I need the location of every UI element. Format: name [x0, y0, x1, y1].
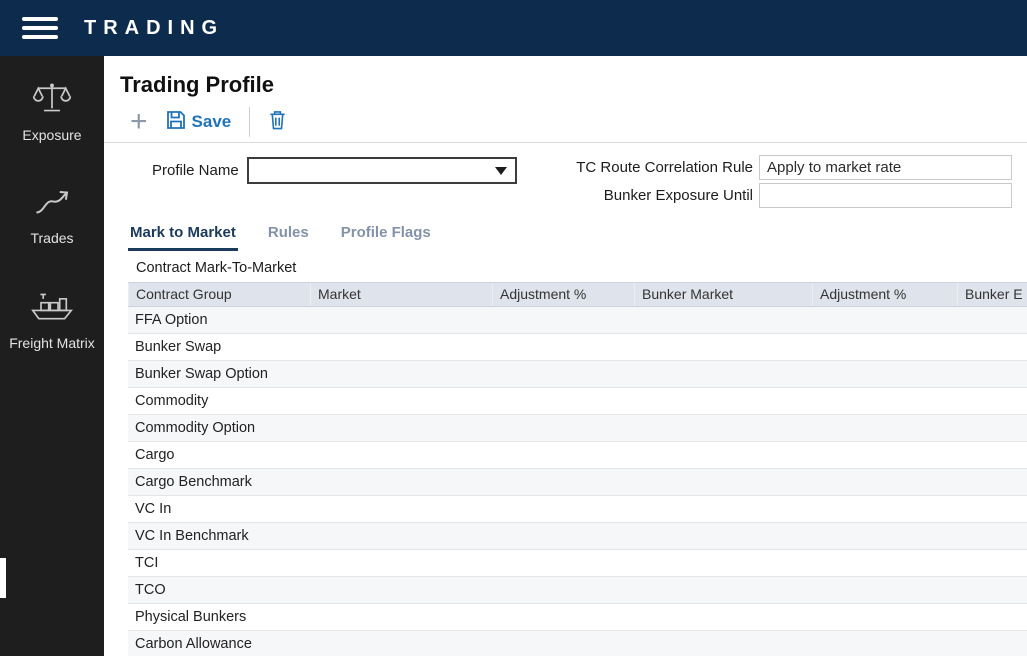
grid-row-contract-group[interactable]: Bunker Swap Option [128, 361, 1027, 388]
left-edge-scroll-notch [0, 558, 6, 598]
toolbar: + Save [104, 98, 1027, 142]
add-button[interactable]: + [130, 107, 148, 137]
top-navigation-bar: TRADING [0, 0, 1027, 56]
app-window: TRADING Exposure Trades Freight Matrix T… [0, 0, 1027, 656]
profile-name-select[interactable] [246, 157, 517, 184]
grid-row-contract-group[interactable]: TCI [128, 550, 1027, 577]
sidebar-item-exposure[interactable]: Exposure [22, 82, 82, 143]
profile-name-label: Profile Name [152, 162, 239, 179]
scales-icon [32, 82, 72, 119]
trend-chart-icon [33, 187, 71, 222]
grid-row-contract-group[interactable]: VC In [128, 496, 1027, 523]
sidebar-item-label: Freight Matrix [9, 335, 95, 352]
sidebar-item-freight-matrix[interactable]: Freight Matrix [9, 290, 95, 351]
tc-route-correlation-label: TC Route Correlation Rule [576, 159, 753, 176]
sidebar-item-label: Trades [30, 230, 74, 247]
trash-icon [268, 109, 287, 136]
hamburger-menu-icon[interactable] [22, 12, 58, 44]
profile-form: Profile Name TC Route Correlation Rule B… [104, 143, 1027, 212]
delete-button[interactable] [268, 109, 287, 136]
save-button-label: Save [191, 112, 232, 131]
sidebar-item-trades[interactable]: Trades [30, 187, 74, 247]
contract-mtm-grid: Contract Group Market Adjustment % Bunke… [128, 282, 1027, 656]
tab-mark-to-market[interactable]: Mark to Market [128, 222, 238, 251]
bunker-exposure-until-input[interactable] [759, 183, 1012, 208]
grid-row-contract-group[interactable]: Physical Bunkers [128, 604, 1027, 631]
grid-row-contract-group[interactable]: Cargo Benchmark [128, 469, 1027, 496]
tab-bar: Mark to Market Rules Profile Flags [104, 212, 1027, 251]
app-title: TRADING [84, 16, 225, 39]
grid-column-header[interactable]: Bunker E [957, 283, 1027, 306]
grid-row-contract-group[interactable]: TCO [128, 577, 1027, 604]
grid-row-contract-group[interactable]: Carbon Allowance [128, 631, 1027, 656]
grid-column-header[interactable]: Market [310, 283, 492, 306]
section-title: Contract Mark-To-Market [136, 260, 297, 276]
ship-icon [30, 290, 74, 327]
toolbar-divider [249, 107, 251, 137]
page-title: Trading Profile [120, 72, 275, 97]
tc-route-correlation-input[interactable] [759, 155, 1012, 180]
grid-column-header[interactable]: Bunker Market [634, 283, 812, 306]
grid-row-contract-group[interactable]: Cargo [128, 442, 1027, 469]
grid-row-contract-group[interactable]: Bunker Swap [128, 334, 1027, 361]
tab-rules[interactable]: Rules [266, 222, 311, 251]
grid-column-header[interactable]: Adjustment % [812, 283, 957, 306]
grid-column-header[interactable]: Adjustment % [492, 283, 634, 306]
grid-row-contract-group[interactable]: Commodity [128, 388, 1027, 415]
chevron-down-icon [494, 166, 507, 175]
grid-column-header[interactable]: Contract Group [128, 283, 310, 306]
sidebar-item-label: Exposure [22, 127, 82, 143]
grid-row-contract-group[interactable]: FFA Option [128, 307, 1027, 334]
main-content: Trading Profile + Save Profile Name TC R… [104, 56, 1027, 656]
save-disk-icon [166, 110, 186, 135]
sidebar: Exposure Trades Freight Matrix [0, 56, 104, 656]
tab-profile-flags[interactable]: Profile Flags [339, 222, 433, 251]
grid-body: FFA Option Bunker Swap Bunker Swap Optio… [128, 307, 1027, 656]
grid-row-contract-group[interactable]: VC In Benchmark [128, 523, 1027, 550]
grid-header-row: Contract Group Market Adjustment % Bunke… [128, 282, 1027, 307]
save-button[interactable]: Save [166, 110, 232, 135]
grid-row-contract-group[interactable]: Commodity Option [128, 415, 1027, 442]
bunker-exposure-until-label: Bunker Exposure Until [603, 187, 753, 204]
